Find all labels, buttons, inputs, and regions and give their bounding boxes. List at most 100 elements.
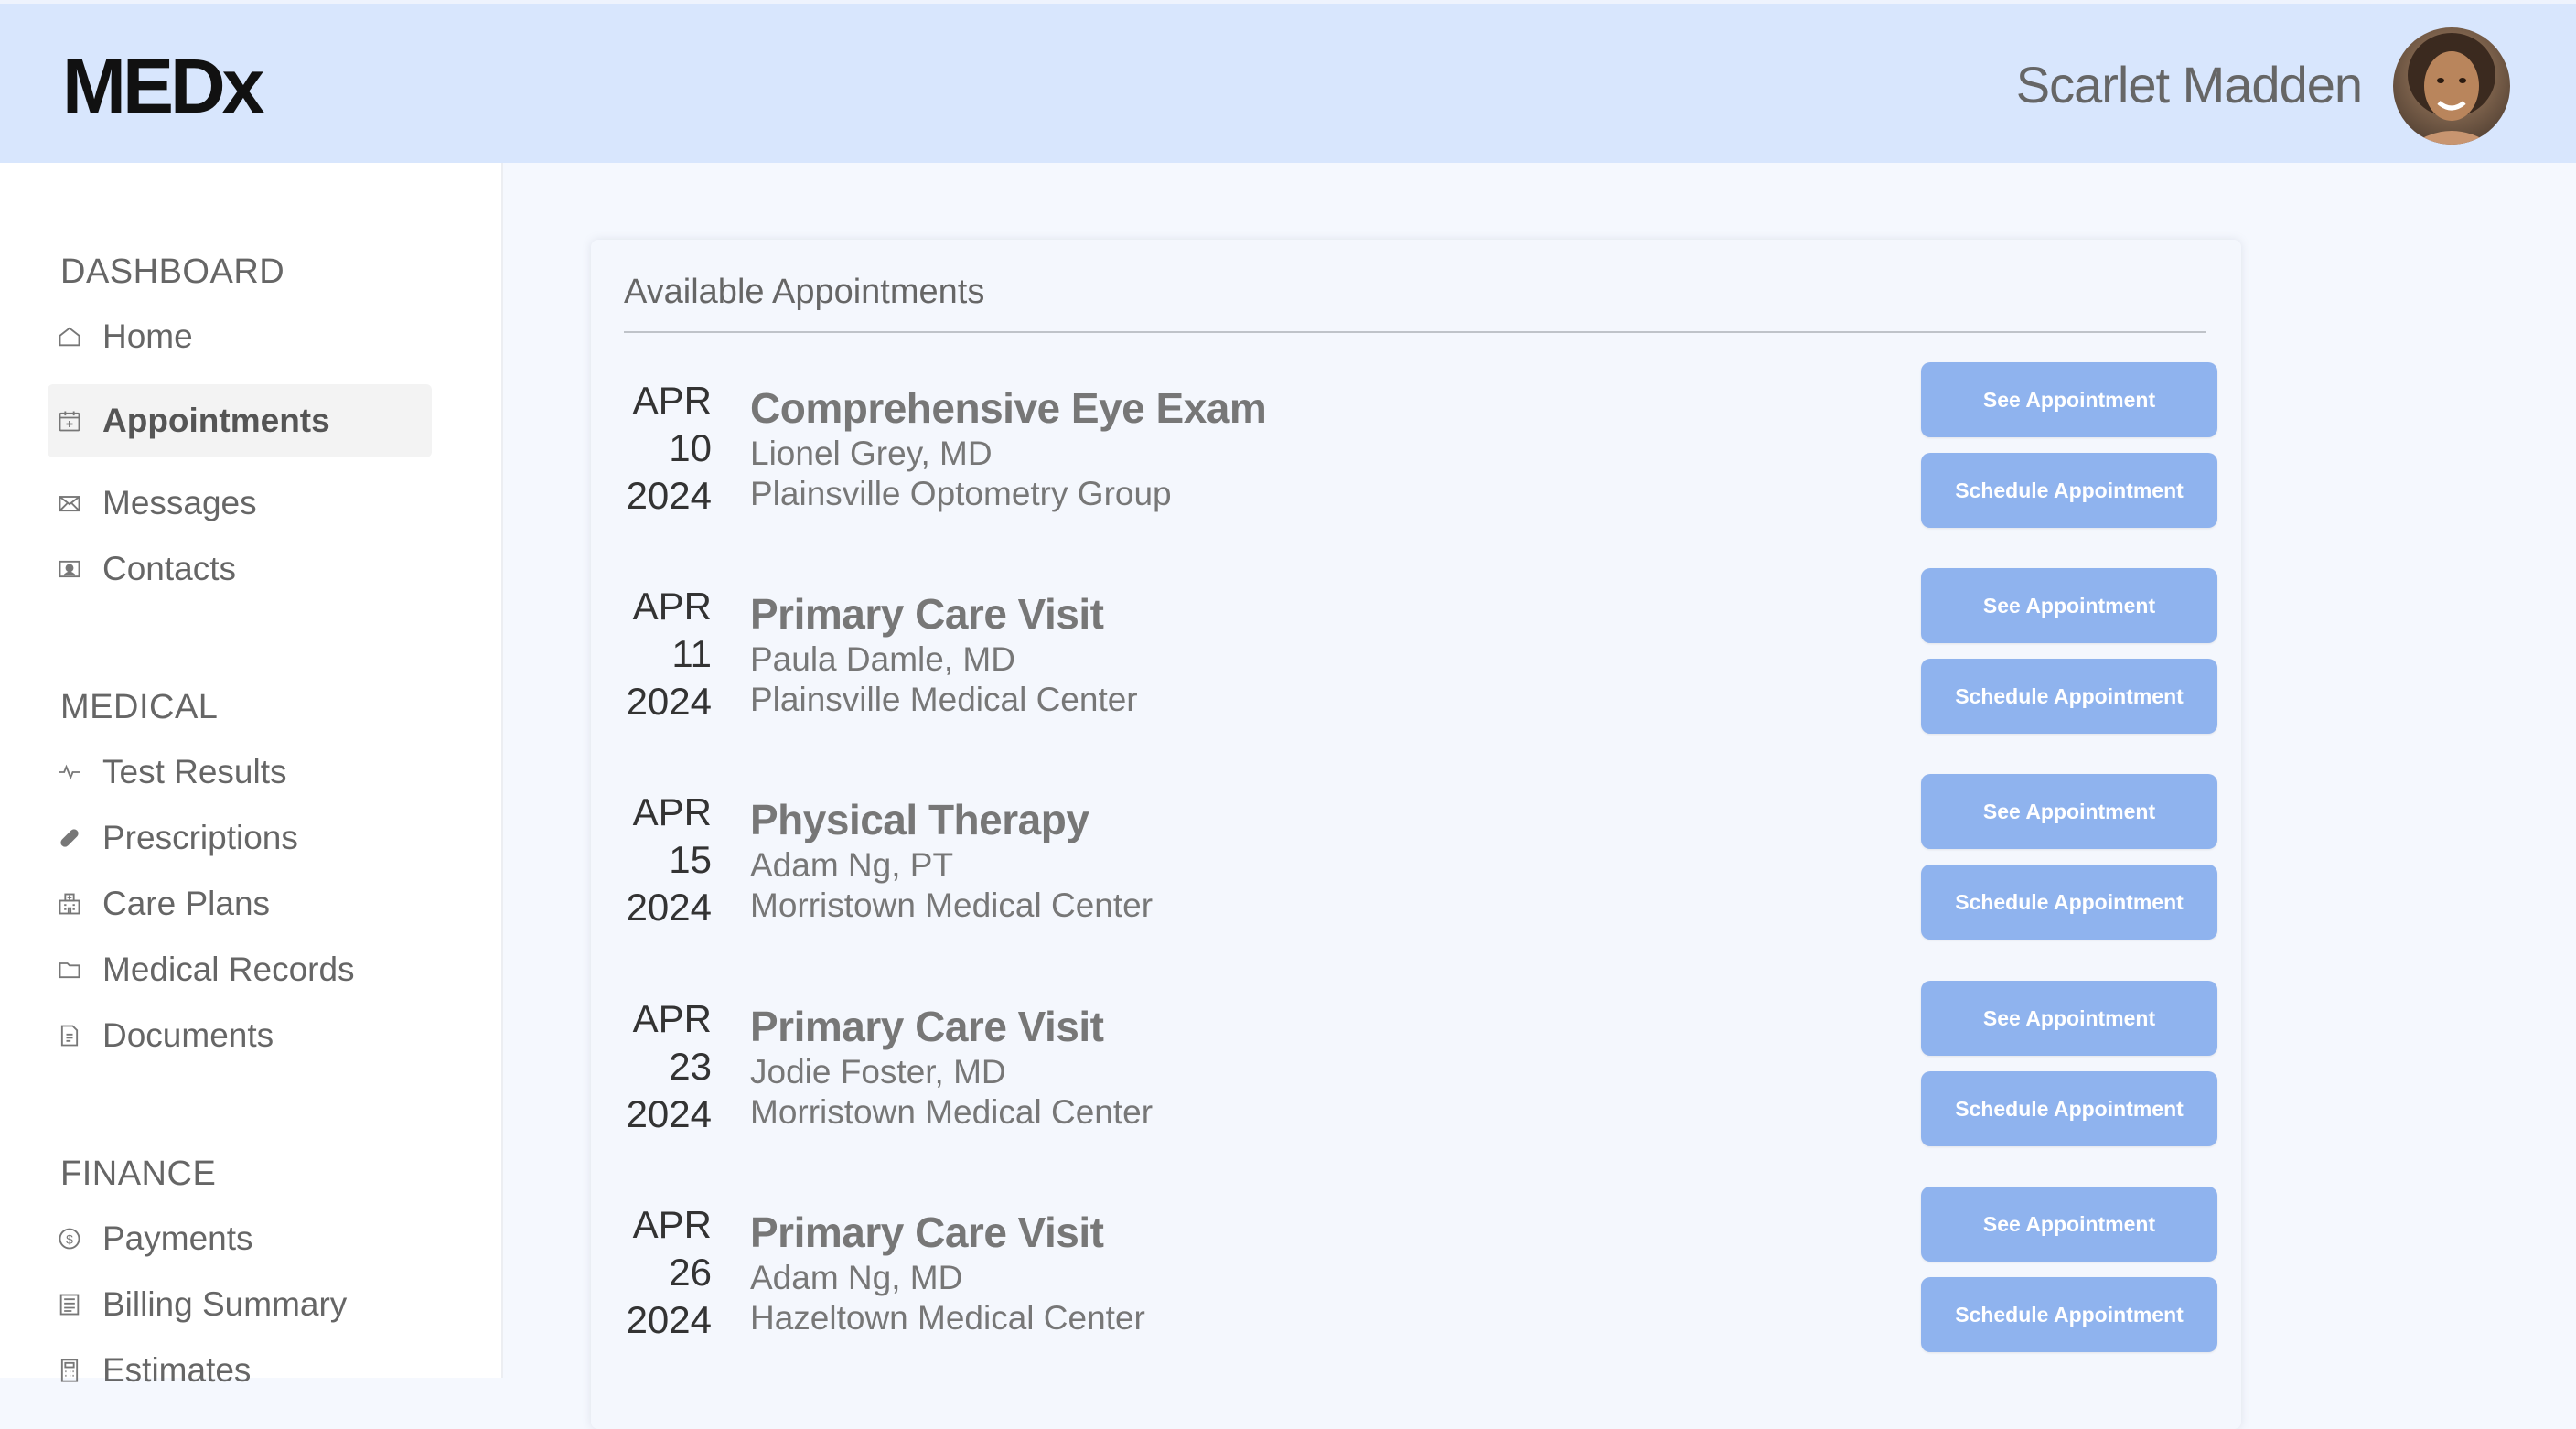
pill-icon (44, 825, 95, 851)
sidebar-item-label: Prescriptions (102, 819, 298, 856)
appointment-provider: Lionel Grey, MD (750, 435, 993, 472)
date-year: 2024 (626, 474, 712, 517)
appointment-title: Primary Care Visit (750, 1003, 1104, 1050)
appointment-date: APR 26 2024 (624, 1201, 712, 1344)
section-title-medical: MEDICAL (60, 688, 219, 726)
envelope-icon (44, 490, 95, 516)
see-appointment-button[interactable]: See Appointment (1921, 1187, 2217, 1262)
appointment-date: APR 23 2024 (624, 995, 712, 1138)
appointment-item: APR 15 2024 Physical Therapy Adam Ng, PT… (591, 774, 2241, 972)
sidebar-item-prescriptions[interactable]: Prescriptions (48, 801, 432, 875)
sidebar-item-contacts[interactable]: Contacts (48, 532, 432, 606)
date-year: 2024 (626, 1092, 712, 1135)
sidebar-item-medical-records[interactable]: Medical Records (48, 933, 432, 1006)
sidebar-item-label: Messages (102, 484, 257, 521)
appointment-item: APR 26 2024 Primary Care Visit Adam Ng, … (591, 1187, 2241, 1384)
appointment-date: APR 10 2024 (624, 377, 712, 520)
appointment-provider: Jodie Foster, MD (750, 1053, 1006, 1091)
app-logo[interactable]: MEDx (62, 42, 264, 131)
dollar-circle-icon: $ (44, 1226, 95, 1252)
sidebar-item-label: Billing Summary (102, 1285, 348, 1323)
section-title-dashboard: DASHBOARD (60, 252, 285, 291)
appointment-item: APR 23 2024 Primary Care Visit Jodie Fos… (591, 981, 2241, 1178)
hospital-icon (44, 891, 95, 917)
date-day: 23 (669, 1045, 712, 1088)
sidebar-item-documents[interactable]: Documents (48, 999, 432, 1072)
schedule-appointment-button[interactable]: Schedule Appointment (1921, 659, 2217, 734)
appointment-title: Physical Therapy (750, 796, 1089, 843)
section-title-finance: FINANCE (60, 1155, 217, 1193)
see-appointment-button[interactable]: See Appointment (1921, 981, 2217, 1056)
appointment-date: APR 15 2024 (624, 789, 712, 931)
appointment-location: Plainsville Optometry Group (750, 475, 1172, 512)
date-year: 2024 (626, 680, 712, 723)
date-day: 26 (669, 1251, 712, 1294)
appointment-location: Plainsville Medical Center (750, 681, 1138, 718)
sidebar-item-label: Home (102, 317, 193, 355)
sidebar-item-label: Documents (102, 1016, 274, 1054)
appointment-provider: Adam Ng, PT (750, 846, 954, 884)
sidebar-item-appointments[interactable]: Appointments (48, 384, 432, 457)
schedule-appointment-button[interactable]: Schedule Appointment (1921, 1071, 2217, 1146)
date-day: 15 (669, 838, 712, 881)
appointment-title: Primary Care Visit (750, 590, 1104, 638)
schedule-appointment-button[interactable]: Schedule Appointment (1921, 453, 2217, 528)
list-icon (44, 1292, 95, 1317)
sidebar-item-label: Test Results (102, 753, 287, 790)
appointment-location: Morristown Medical Center (750, 1093, 1154, 1131)
appointment-item: APR 11 2024 Primary Care Visit Paula Dam… (591, 568, 2241, 766)
date-month: APR (632, 790, 712, 833)
appointment-item: APR 10 2024 Comprehensive Eye Exam Lione… (591, 362, 2241, 560)
appointment-provider: Adam Ng, MD (750, 1259, 963, 1296)
contact-card-icon (44, 556, 95, 582)
sidebar-item-label: Appointments (102, 402, 330, 439)
sidebar-item-label: Care Plans (102, 885, 271, 922)
appointment-title: Comprehensive Eye Exam (750, 384, 1267, 432)
pulse-icon (44, 759, 95, 785)
appointment-date: APR 11 2024 (624, 583, 712, 725)
appointment-info: Primary Care Visit Paula Damle, MD Plain… (750, 588, 1138, 720)
appointment-info: Primary Care Visit Jodie Foster, MD Morr… (750, 1001, 1153, 1133)
sidebar-item-billing-summary[interactable]: Billing Summary (48, 1268, 432, 1341)
schedule-appointment-button[interactable]: Schedule Appointment (1921, 865, 2217, 940)
date-day: 11 (671, 632, 712, 675)
card-title: Available Appointments (624, 273, 985, 311)
sidebar: DASHBOARD Home Appointments Messages Con… (0, 163, 503, 1389)
calculator-icon (44, 1358, 95, 1383)
sidebar-item-estimates[interactable]: Estimates (48, 1334, 432, 1407)
date-month: APR (632, 585, 712, 628)
sidebar-item-care-plans[interactable]: Care Plans (48, 867, 432, 940)
date-month: APR (632, 379, 712, 422)
user-avatar[interactable] (2393, 27, 2510, 145)
appointment-provider: Paula Damle, MD (750, 640, 1015, 678)
appointment-info: Physical Therapy Adam Ng, PT Morristown … (750, 794, 1153, 926)
schedule-appointment-button[interactable]: Schedule Appointment (1921, 1277, 2217, 1352)
sidebar-item-messages[interactable]: Messages (48, 467, 432, 540)
card-divider (624, 331, 2206, 333)
sidebar-item-home[interactable]: Home (48, 300, 432, 373)
top-header: MEDx Scarlet Madden (0, 0, 2576, 163)
appointment-info: Primary Care Visit Adam Ng, MD Hazeltown… (750, 1207, 1145, 1338)
date-year: 2024 (626, 886, 712, 929)
user-name[interactable]: Scarlet Madden (2016, 55, 2363, 114)
appointments-card: Available Appointments APR 10 2024 Compr… (591, 240, 2241, 1429)
appointment-location: Morristown Medical Center (750, 886, 1154, 924)
calendar-icon (44, 408, 95, 434)
home-icon (44, 324, 95, 349)
sidebar-item-label: Medical Records (102, 951, 355, 988)
sidebar-item-test-results[interactable]: Test Results (48, 736, 432, 809)
appointment-info: Comprehensive Eye Exam Lionel Grey, MD P… (750, 382, 1267, 514)
see-appointment-button[interactable]: See Appointment (1921, 362, 2217, 437)
sidebar-item-payments[interactable]: $ Payments (48, 1202, 432, 1275)
date-month: APR (632, 997, 712, 1040)
appointment-location: Hazeltown Medical Center (750, 1299, 1145, 1337)
see-appointment-button[interactable]: See Appointment (1921, 568, 2217, 643)
folder-icon (44, 957, 95, 983)
see-appointment-button[interactable]: See Appointment (1921, 774, 2217, 849)
date-day: 10 (669, 426, 712, 469)
sidebar-item-label: Payments (102, 1219, 253, 1257)
date-year: 2024 (626, 1298, 712, 1341)
sidebar-item-label: Estimates (102, 1351, 252, 1389)
document-icon (44, 1023, 95, 1048)
svg-text:$: $ (66, 1231, 73, 1246)
